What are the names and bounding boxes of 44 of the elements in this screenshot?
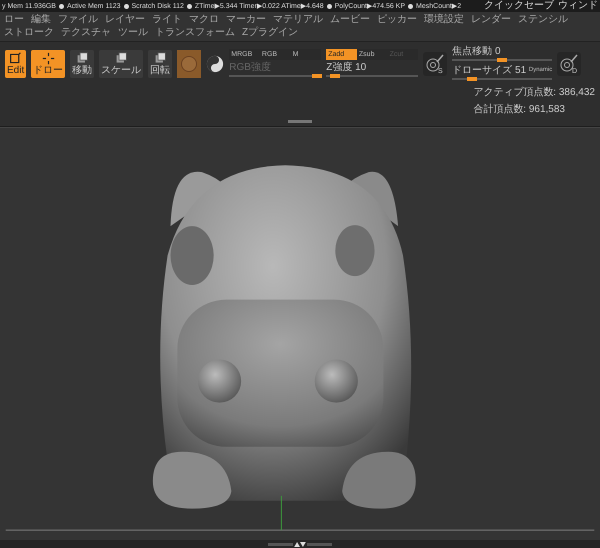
dot-icon [124, 4, 129, 8]
cube-icon [114, 52, 128, 65]
tool-button[interactable]: Edit [5, 50, 26, 78]
menu-item[interactable]: Zプラグイン [242, 26, 298, 39]
dot-icon [326, 4, 332, 8]
slider[interactable]: Z強度 10 [326, 62, 418, 79]
menu-item[interactable]: マテリアル [273, 13, 323, 26]
menu-item[interactable]: ロー [4, 13, 24, 26]
menu-item[interactable]: ストローク [4, 26, 54, 39]
menu-item[interactable]: トランスフォーム [155, 26, 235, 39]
tool-button[interactable]: スケール [99, 50, 144, 78]
up-down-arrows-icon[interactable] [294, 542, 306, 546]
slider[interactable]: 焦点移動 0 [452, 46, 552, 63]
dot-icon [408, 4, 414, 8]
crosshair-icon [42, 52, 55, 65]
menu-item[interactable]: ムービー [330, 13, 370, 26]
scroll-handle[interactable] [288, 120, 312, 123]
cube-icon [76, 52, 89, 65]
dot-icon [186, 4, 192, 8]
tool-button[interactable]: 移動 [70, 50, 94, 78]
menu-item[interactable]: 環境設定 [424, 13, 464, 26]
menu-item[interactable]: ピッカー [377, 13, 417, 26]
menu-link[interactable]: ウィンド [558, 0, 598, 12]
tool-button[interactable]: 回転 [148, 50, 172, 78]
menu-item[interactable]: ライト [152, 13, 182, 26]
tool-button[interactable]: ドロー [31, 50, 66, 78]
cube-icon [154, 52, 167, 65]
stat-text: 合計頂点数: 961,583 [473, 102, 566, 116]
menu-item[interactable]: レイヤー [105, 13, 145, 26]
menu-item[interactable]: レンダー [471, 13, 511, 26]
edit-icon [9, 52, 22, 65]
dot-icon [58, 4, 64, 8]
menu-item[interactable]: マーカー [226, 13, 266, 26]
menu-item[interactable]: 編集 [31, 13, 51, 26]
menu-item[interactable]: ステンシル [518, 13, 568, 26]
axis-line [280, 495, 282, 531]
menu-link[interactable]: クイックセーブ [484, 0, 554, 12]
menu-item[interactable]: ファイル [58, 13, 98, 26]
stat-text: アクティブ頂点数: 386,432 [473, 86, 595, 99]
menu-item[interactable]: マクロ [189, 13, 219, 26]
menu-item[interactable]: ツール [118, 26, 148, 39]
material-button[interactable] [177, 50, 202, 78]
sphere-icon[interactable] [206, 55, 224, 73]
menu-item[interactable]: テクスチャ [61, 26, 111, 39]
